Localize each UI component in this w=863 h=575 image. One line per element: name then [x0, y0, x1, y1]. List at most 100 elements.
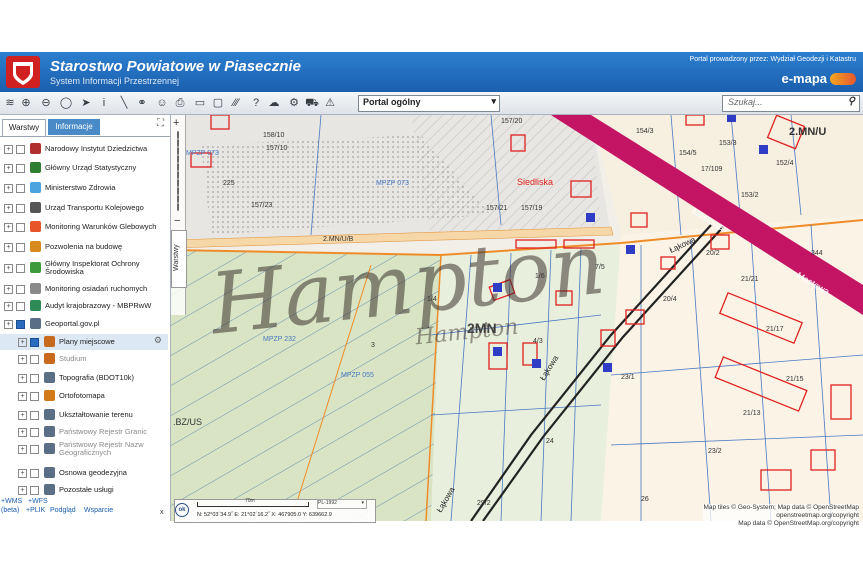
print-icon[interactable]: ⎙	[172, 95, 188, 111]
emapa-brand[interactable]: e-mapa	[781, 71, 827, 86]
expand-icon[interactable]: +	[4, 302, 13, 311]
layer-row[interactable]: + Monitoring osiadań ruchomych	[0, 281, 168, 297]
layer-checkbox[interactable]	[16, 243, 25, 252]
layers-icon[interactable]: ≋	[2, 95, 18, 111]
layer-checkbox[interactable]	[16, 302, 25, 311]
layer-row[interactable]: + Plany miejscowe ⚙	[0, 334, 168, 350]
area-icon[interactable]: ▭	[192, 95, 208, 111]
preview-link[interactable]: Podgląd	[50, 507, 76, 514]
expand-icon[interactable]: +	[4, 145, 13, 154]
expand-icon[interactable]: +	[4, 264, 13, 273]
layer-row[interactable]: + Monitoring Warunków Glebowych	[0, 219, 168, 235]
layer-settings-icon[interactable]: ⚙	[154, 335, 162, 346]
layers-side-tab[interactable]: Warstwy	[171, 230, 187, 288]
layer-checkbox[interactable]	[30, 445, 39, 454]
layer-checkbox[interactable]	[16, 204, 25, 213]
layer-row[interactable]: + Państwowy Rejestr Nazw Geograficznych	[0, 441, 168, 457]
layer-checkbox[interactable]	[30, 355, 39, 364]
layer-checkbox[interactable]	[30, 392, 39, 401]
chat-icon[interactable]: ▢	[210, 95, 226, 111]
help-icon[interactable]: ?	[248, 95, 264, 111]
layer-row[interactable]: + Główny Inspektorat Ochrony Środowiska	[0, 260, 168, 276]
expand-icon[interactable]: +	[18, 392, 27, 401]
layer-row[interactable]: + Osnowa geodezyjna	[0, 465, 168, 481]
zoom-in-icon[interactable]: ⊕	[18, 95, 34, 111]
search-input[interactable]: Szukaj... ⚲	[722, 95, 860, 112]
expand-icon[interactable]: +	[4, 164, 13, 173]
layer-checkbox[interactable]	[30, 338, 39, 347]
expand-icon[interactable]: +	[4, 243, 13, 252]
pointer-icon[interactable]: ➤	[78, 95, 94, 111]
layer-row[interactable]: + Studium	[0, 351, 168, 367]
tab-informacje[interactable]: Informacje	[48, 119, 100, 135]
expand-icon[interactable]: +	[18, 355, 27, 364]
upload-icon[interactable]: ☁	[266, 95, 282, 111]
layer-checkbox[interactable]	[16, 164, 25, 173]
layer-row[interactable]: + Narodowy Instytut Dziedzictwa	[0, 141, 168, 157]
zoom-out-button-icon[interactable]: −	[174, 215, 180, 227]
layer-row[interactable]: + Główny Urząd Statystyczny	[0, 160, 168, 176]
layer-row[interactable]: + Audyt krajobrazowy - MBPRwW	[0, 298, 168, 314]
crs-select[interactable]: PL-1992 ▾	[317, 499, 367, 509]
layer-row[interactable]: + Pozwolenia na budowę	[0, 239, 168, 255]
layer-checkbox[interactable]	[16, 223, 25, 232]
close-icon[interactable]: x	[160, 509, 164, 516]
layer-checkbox[interactable]	[30, 486, 39, 495]
add-file-link[interactable]: +PLIK	[26, 507, 45, 514]
hatch-icon[interactable]: ⁄⁄⁄	[228, 95, 244, 111]
scale-distance: 70m	[245, 498, 255, 504]
zoom-extent-icon[interactable]: ◯	[58, 95, 74, 111]
person-icon[interactable]: ☺	[154, 95, 170, 111]
layer-row[interactable]: + Urząd Transportu Kolejowego	[0, 200, 168, 216]
collapse-panel-icon[interactable]: ⛶	[157, 118, 164, 129]
measure-line-icon[interactable]: ╲	[116, 95, 132, 111]
zoom-scale-ticks	[177, 131, 179, 211]
layer-row[interactable]: + Ukształtowanie terenu	[0, 407, 168, 423]
tab-warstwy[interactable]: Warstwy	[2, 119, 46, 136]
layer-checkbox[interactable]	[30, 428, 39, 437]
layer-row[interactable]: + Topografia (BDOT10k)	[0, 370, 168, 386]
layer-checkbox[interactable]	[30, 411, 39, 420]
layer-checkbox[interactable]	[16, 145, 25, 154]
layer-checkbox[interactable]	[16, 285, 25, 294]
layer-checkbox[interactable]	[16, 184, 25, 193]
layer-checkbox[interactable]	[16, 264, 25, 273]
layer-row[interactable]: + Państwowy Rejestr Granic	[0, 424, 168, 440]
layer-row[interactable]: + Ministerstwo Zdrowia	[0, 180, 168, 196]
info-icon[interactable]: i	[96, 95, 112, 111]
layer-checkbox[interactable]	[30, 374, 39, 383]
add-wfs-link[interactable]: +WFS	[28, 498, 48, 505]
layer-row[interactable]: + Geoportal.gov.pl	[0, 316, 168, 332]
settings-icon[interactable]: ⚙	[286, 95, 302, 111]
cart-icon[interactable]: ⛟	[304, 95, 320, 111]
zoom-out-icon[interactable]: ⊖	[38, 95, 54, 111]
heritage-icon	[30, 143, 41, 154]
expand-icon[interactable]: +	[18, 338, 27, 347]
layer-row[interactable]: + Pozostałe usługi	[0, 482, 168, 498]
search-icon[interactable]: ⚲	[848, 96, 855, 107]
layer-row[interactable]: + Ortofotomapa	[0, 388, 168, 404]
expand-icon[interactable]: +	[18, 486, 27, 495]
warning-icon[interactable]: ⚠	[322, 95, 338, 111]
expand-icon[interactable]: +	[4, 223, 13, 232]
expand-icon[interactable]: +	[18, 428, 27, 437]
zoom-in-button-icon[interactable]: +	[173, 117, 179, 129]
layer-checkbox[interactable]	[16, 320, 25, 329]
expand-icon[interactable]: +	[18, 469, 27, 478]
expand-icon[interactable]: +	[4, 320, 13, 329]
label-siedliska: Siedliska	[517, 177, 553, 187]
add-wms-link[interactable]: +WMS	[1, 498, 22, 505]
attribution-line-3[interactable]: Map data © OpenStreetMap.org/copyright	[703, 520, 859, 528]
ok-button[interactable]: ok	[175, 503, 189, 517]
expand-icon[interactable]: +	[4, 204, 13, 213]
layer-checkbox[interactable]	[30, 469, 39, 478]
expand-icon[interactable]: +	[4, 285, 13, 294]
link-icon[interactable]: ⚭	[134, 95, 150, 111]
expand-icon[interactable]: +	[18, 374, 27, 383]
attribution-line-2[interactable]: openstreetmap.org/copyright	[703, 512, 859, 520]
expand-icon[interactable]: +	[4, 184, 13, 193]
support-link[interactable]: Wsparcie	[84, 507, 113, 514]
expand-icon[interactable]: +	[18, 411, 27, 420]
portal-select[interactable]: Portal ogólny ▾	[358, 95, 500, 112]
expand-icon[interactable]: +	[18, 445, 27, 454]
